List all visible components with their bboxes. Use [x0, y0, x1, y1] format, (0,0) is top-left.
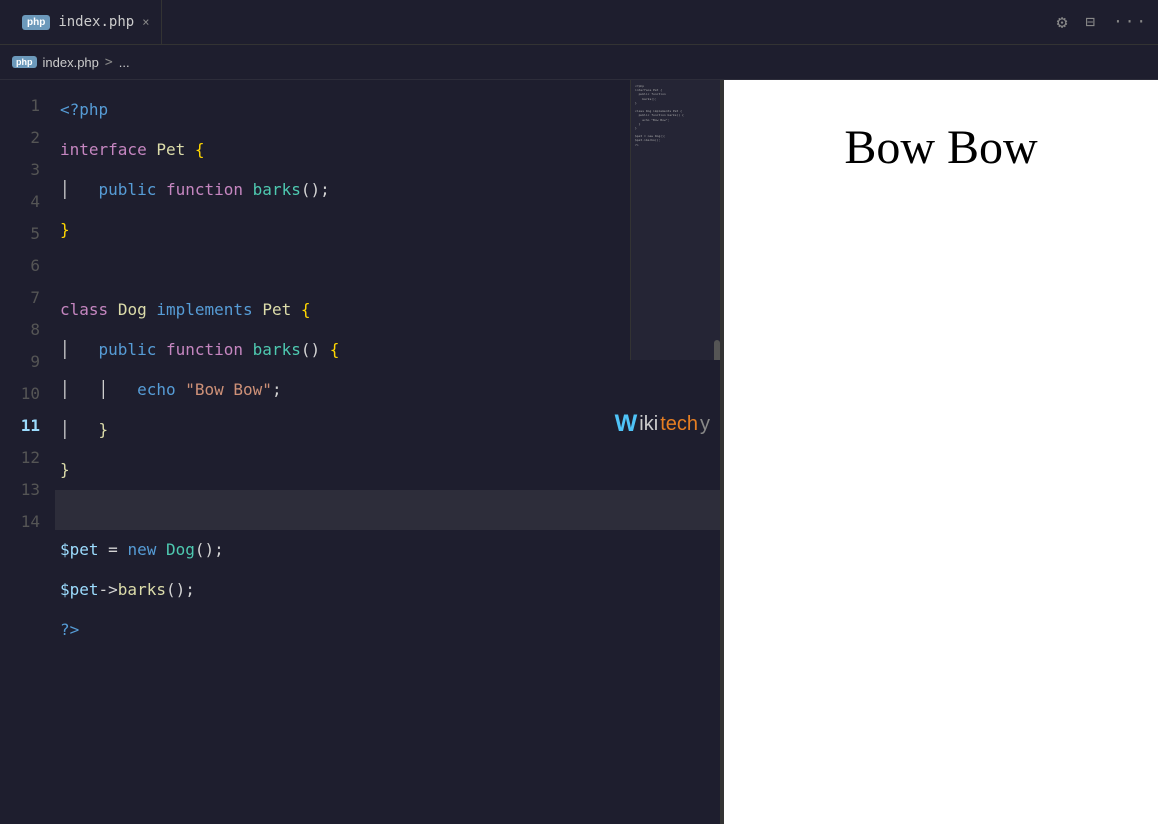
browser-output: Bow Bow [844, 120, 1037, 175]
editor-pane[interactable]: <?php interface Pet { public function ba… [0, 80, 720, 824]
more-actions-icon[interactable]: ··· [1113, 12, 1148, 33]
line-num-2: 2 [0, 122, 40, 154]
line-num-5: 5 [0, 218, 40, 250]
code-line-2: interface Pet { [55, 130, 720, 170]
breadcrumb-separator: > [105, 55, 113, 70]
breadcrumb-file[interactable]: index.php [43, 55, 99, 70]
title-bar-icons: ⚙︎ ⊟ ··· [1057, 12, 1148, 33]
code-line-1: <?php [55, 90, 720, 130]
line-num-1: 1 [0, 90, 40, 122]
watermark: Wikitechy [615, 410, 710, 438]
line-num-9: 9 [0, 346, 40, 378]
line-num-11: 11 [0, 410, 40, 442]
tab-label: index.php [58, 14, 134, 30]
minimap-scrollbar[interactable] [714, 340, 720, 360]
browser-content: Bow Bow [724, 80, 1158, 824]
tab-close-button[interactable]: × [142, 15, 149, 29]
breadcrumb-php-icon: php [12, 56, 37, 68]
code-line-11 [55, 490, 720, 530]
code-line-10: } [55, 450, 720, 490]
code-line-13: $pet->barks(); [55, 570, 720, 610]
breadcrumb: php index.php > ... [0, 45, 1158, 80]
php-icon: php [22, 15, 50, 30]
code-lines: <?php interface Pet { │ public function … [55, 80, 720, 824]
breadcrumb-more[interactable]: ... [119, 55, 130, 70]
main-area: <?php interface Pet { public function ba… [0, 80, 1158, 824]
line-num-8: 8 [0, 314, 40, 346]
line-numbers: 1 2 3 4 5 6 7 8 9 10 11 12 13 14 [0, 80, 55, 824]
code-line-6: class Dog implements Pet { [55, 290, 720, 330]
code-line-8: │ │ echo "Bow Bow"; [55, 370, 720, 410]
code-line-12: $pet = new Dog(); [55, 530, 720, 570]
line-num-7: 7 [0, 282, 40, 314]
minimap: <?php interface Pet { public function ba… [630, 80, 720, 360]
code-line-5 [55, 250, 720, 290]
code-line-7: │ public function barks() { [55, 330, 720, 370]
code-area: 1 2 3 4 5 6 7 8 9 10 11 12 13 14 <?php [0, 80, 720, 824]
split-editor-icon[interactable]: ⊟ [1085, 12, 1095, 33]
tab-index-php[interactable]: php index.php × [10, 0, 162, 44]
minimap-content: <?php interface Pet { public function ba… [635, 84, 716, 147]
title-bar: php index.php × ⚙︎ ⊟ ··· [0, 0, 1158, 45]
line-num-4: 4 [0, 186, 40, 218]
line-num-6: 6 [0, 250, 40, 282]
line-num-12: 12 [0, 442, 40, 474]
code-line-4: } [55, 210, 720, 250]
line-num-3: 3 [0, 154, 40, 186]
code-line-14: ?> [55, 610, 720, 650]
browser-pane: Bow Bow [724, 80, 1158, 824]
debug-icon[interactable]: ⚙︎ [1057, 12, 1068, 33]
code-line-3: │ public function barks(); [55, 170, 720, 210]
line-num-10: 10 [0, 378, 40, 410]
line-num-13: 13 [0, 474, 40, 506]
line-num-14: 14 [0, 506, 40, 538]
